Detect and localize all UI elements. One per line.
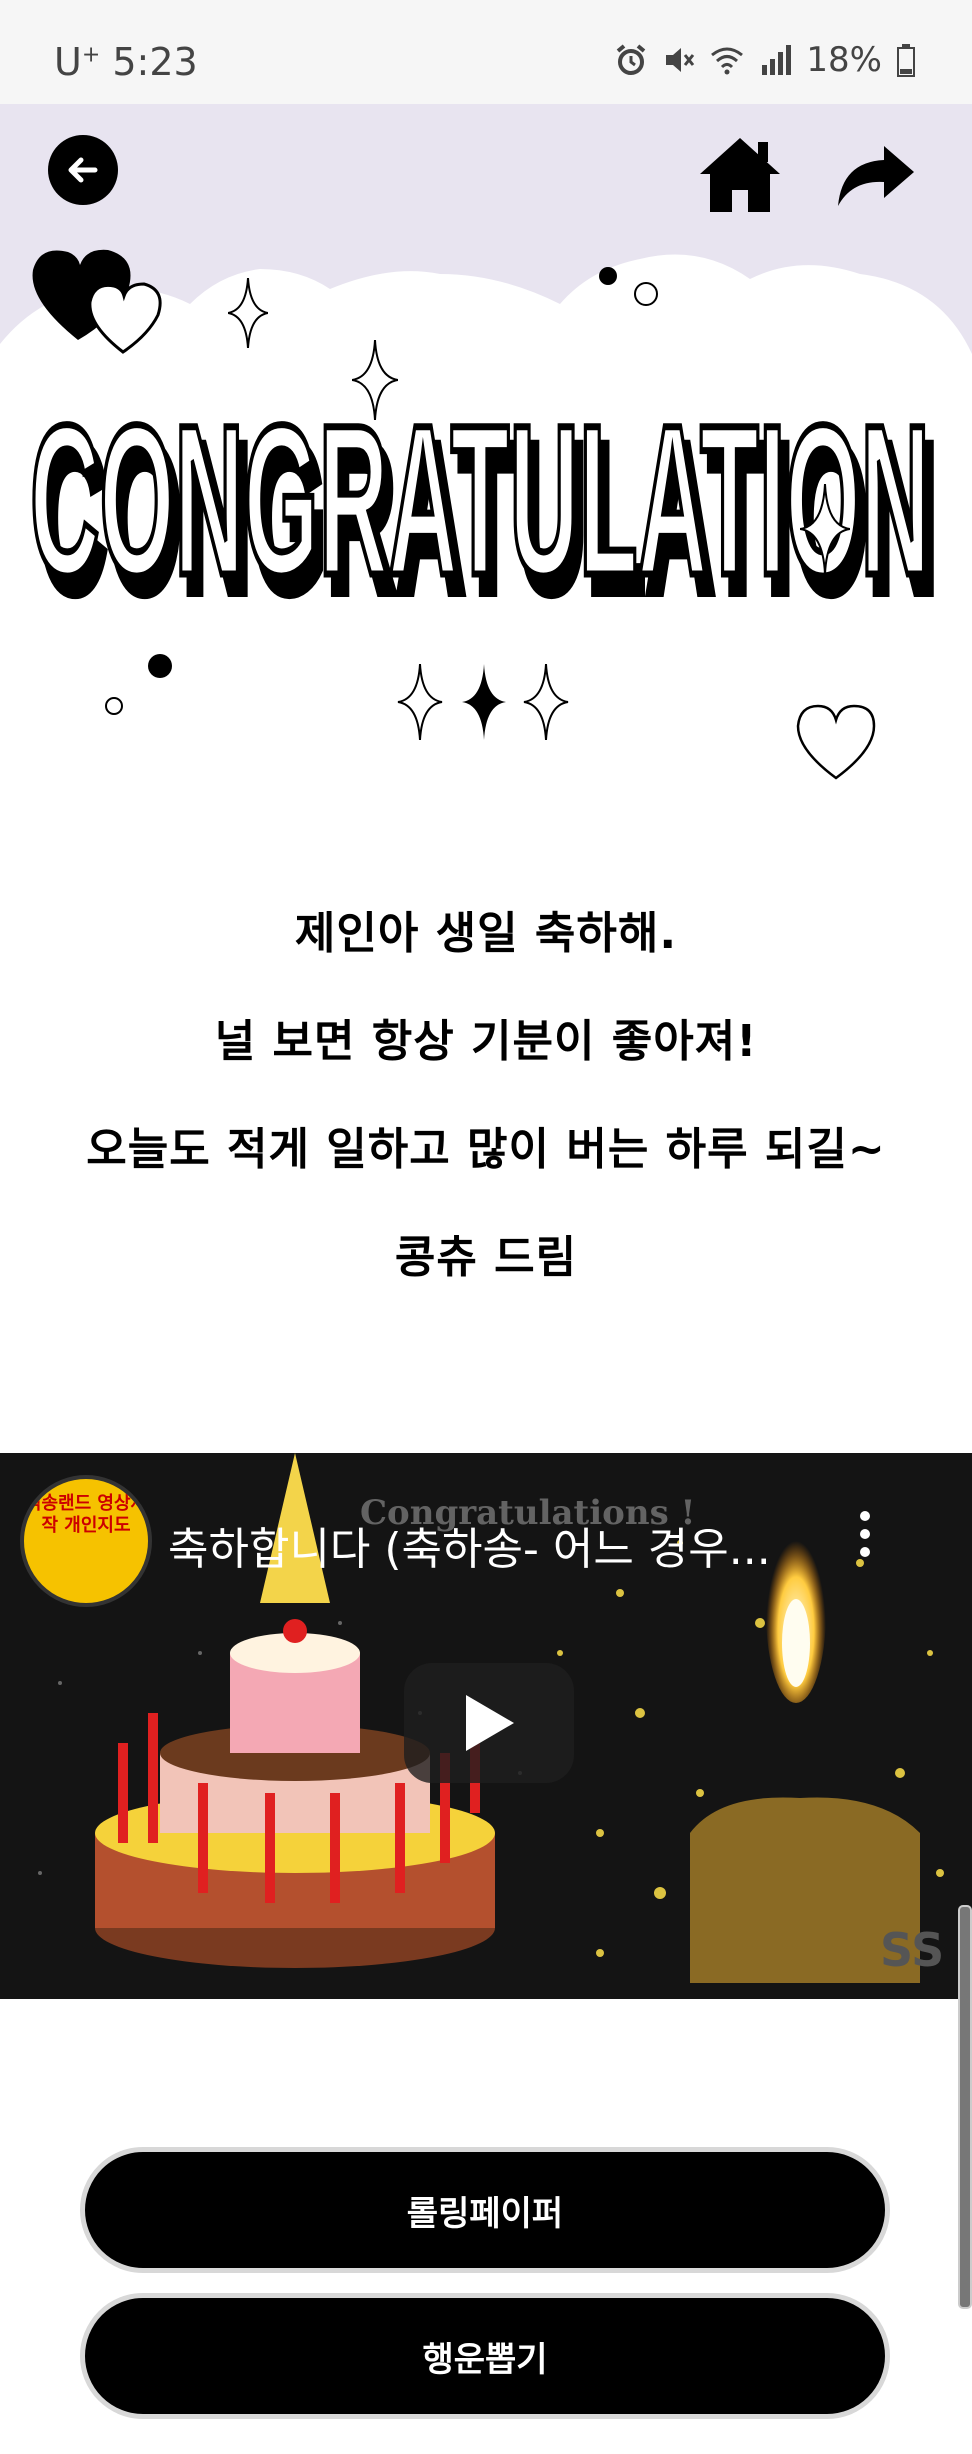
heart-outline-icon xyxy=(796,704,876,780)
share-icon[interactable] xyxy=(834,140,916,210)
alarm-icon xyxy=(617,44,646,75)
channel-avatar[interactable]: 석송랜드 영상제작 개인지도 xyxy=(20,1475,152,1607)
sparkle-icon-3 xyxy=(800,484,850,574)
lucky-draw-button[interactable]: 행운뽑기 xyxy=(80,2293,890,2419)
rolling-paper-button[interactable]: 롤링페이퍼 xyxy=(80,2147,890,2273)
arrow-left-icon xyxy=(68,157,98,183)
play-icon xyxy=(466,1695,514,1751)
message-line-4: 콩츄 드림 xyxy=(394,1232,578,1283)
play-button[interactable] xyxy=(404,1663,574,1783)
wifi-icon xyxy=(711,47,744,75)
status-icons: 18% xyxy=(614,40,916,80)
battery-percent: 18% xyxy=(806,40,882,80)
home-icon[interactable] xyxy=(696,134,784,214)
status-time: 5:23 xyxy=(112,40,198,84)
birthday-message: 제인아 생일 축하해. 널 보면 항상 기분이 좋아져! 오늘도 적게 일하고 … xyxy=(0,880,972,1312)
message-line-3: 오늘도 적게 일하고 많이 버는 하루 되길~ xyxy=(86,1124,886,1175)
video-title[interactable]: 축하합니다 (축하송- 어느 경우... xyxy=(168,1513,771,1577)
channel-text: 석송랜드 영상제작 개인지도 xyxy=(24,1493,148,1536)
carrier-sup: + xyxy=(81,42,101,68)
back-button[interactable] xyxy=(48,135,118,205)
dots-icon xyxy=(599,267,658,306)
triple-sparkle-icon xyxy=(397,663,569,741)
sparkle-icon xyxy=(228,278,268,348)
message-line-1: 제인아 생일 축하해. xyxy=(294,908,678,959)
video-player[interactable]: 석송랜드 영상제작 개인지도 Congratulations ! 축하합니다 (… xyxy=(0,1453,972,1999)
signal-icon xyxy=(762,45,792,75)
mute-icon xyxy=(666,48,695,72)
dots-icon-2 xyxy=(105,654,172,715)
more-options-icon[interactable] xyxy=(858,1509,872,1559)
carrier-label: U xyxy=(54,40,82,84)
battery-icon xyxy=(897,44,915,77)
scroll-indicator[interactable] xyxy=(958,1905,972,2309)
video-corner-text: SS xyxy=(880,1923,945,1977)
heart-pair-icon xyxy=(32,249,162,354)
title-text: CONGRATULATION xyxy=(30,381,930,620)
status-time-area: U+ 5:23 xyxy=(54,40,198,84)
status-bar: U+ 5:23 18% xyxy=(0,0,972,104)
message-line-2: 널 보면 항상 기분이 좋아져! xyxy=(214,1016,758,1067)
